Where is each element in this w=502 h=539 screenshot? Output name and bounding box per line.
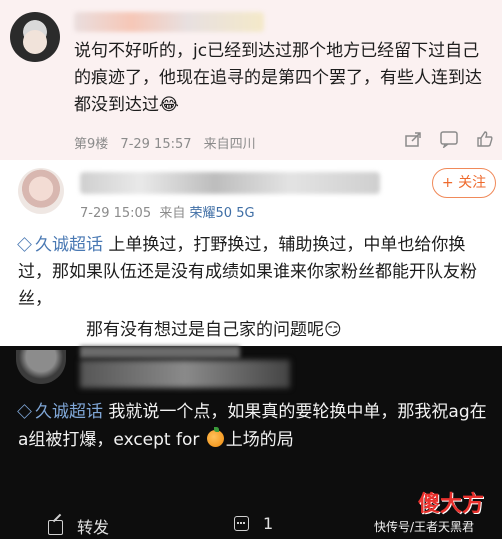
post-card: + 关注 7-29 15:05 来自 荣耀50 5G 久诚超话 上单换过，打野换… [0, 160, 502, 346]
comment-text: 久诚超话 我就说一个点，如果真的要轮换中单，那我祝ag在a组被打爆，except… [17, 398, 488, 454]
post-from: 来自 [159, 206, 186, 221]
diamond-icon [17, 237, 32, 252]
post-text: 久诚超话 上单换过，打野换过，辅助换过，中单也给你换过，那如果队伍还是没有成绩如… [17, 232, 496, 313]
share-icon[interactable] [404, 130, 422, 148]
reply-body: 说句不好听的，jc已经到达过那个地方已经留下过自己的痕迹了，他现在追寻的是第四个… [74, 41, 482, 115]
topic-link[interactable]: 久诚超话 [17, 402, 103, 422]
follow-button[interactable]: + 关注 [432, 168, 496, 198]
blurred-meta [80, 360, 290, 388]
floor-number: 第9楼 [74, 137, 109, 152]
comment-icon [234, 516, 249, 531]
comment-icon[interactable] [440, 130, 458, 148]
post-text-line2: 那有没有想过是自己家的问题呢😏 [86, 315, 342, 340]
post-device[interactable]: 荣耀50 5G [190, 206, 255, 221]
comment-button[interactable]: 1 [234, 514, 273, 533]
topic-label: 久诚超话 [35, 235, 103, 255]
watermark-logo: 傻大方 [418, 492, 485, 517]
avatar[interactable] [16, 350, 66, 384]
topic-label: 久诚超话 [35, 402, 103, 422]
orange-emoji [206, 427, 224, 447]
repost-label: 转发 [77, 518, 110, 537]
reply-time: 7-29 15:57 [120, 137, 192, 152]
avatar[interactable] [18, 168, 64, 214]
reply-card: 说句不好听的，jc已经到达过那个地方已经留下过自己的痕迹了，他现在追寻的是第四个… [0, 0, 502, 160]
smirk-emoji: 😏 [324, 320, 342, 340]
diamond-icon [17, 404, 32, 419]
repost-button[interactable]: 转发 [48, 514, 109, 538]
avatar[interactable] [10, 12, 60, 62]
blurred-username[interactable] [74, 12, 264, 32]
reply-text: 说句不好听的，jc已经到达过那个地方已经留下过自己的痕迹了，他现在追寻的是第四个… [74, 38, 494, 119]
comment-body-end: 上场的局 [225, 430, 294, 450]
post-time: 7-29 15:05 [80, 206, 152, 221]
topic-link[interactable]: 久诚超话 [17, 235, 103, 255]
watermark-caption: 快传号/王者天黑君 [374, 520, 475, 534]
reply-location: 来自四川 [203, 137, 256, 152]
like-icon[interactable] [476, 130, 494, 148]
repost-icon [48, 520, 63, 535]
blurred-username[interactable] [80, 172, 380, 194]
blurred-username[interactable] [80, 346, 240, 358]
comment-count: 1 [263, 514, 274, 533]
laugh-emoji: 😂 [159, 95, 179, 115]
post-meta: 7-29 15:05 来自 荣耀50 5G [80, 202, 255, 221]
reply-meta: 第9楼 7-29 15:57 来自四川 [74, 133, 264, 152]
post-body-2: 那有没有想过是自己家的问题呢 [86, 320, 324, 340]
